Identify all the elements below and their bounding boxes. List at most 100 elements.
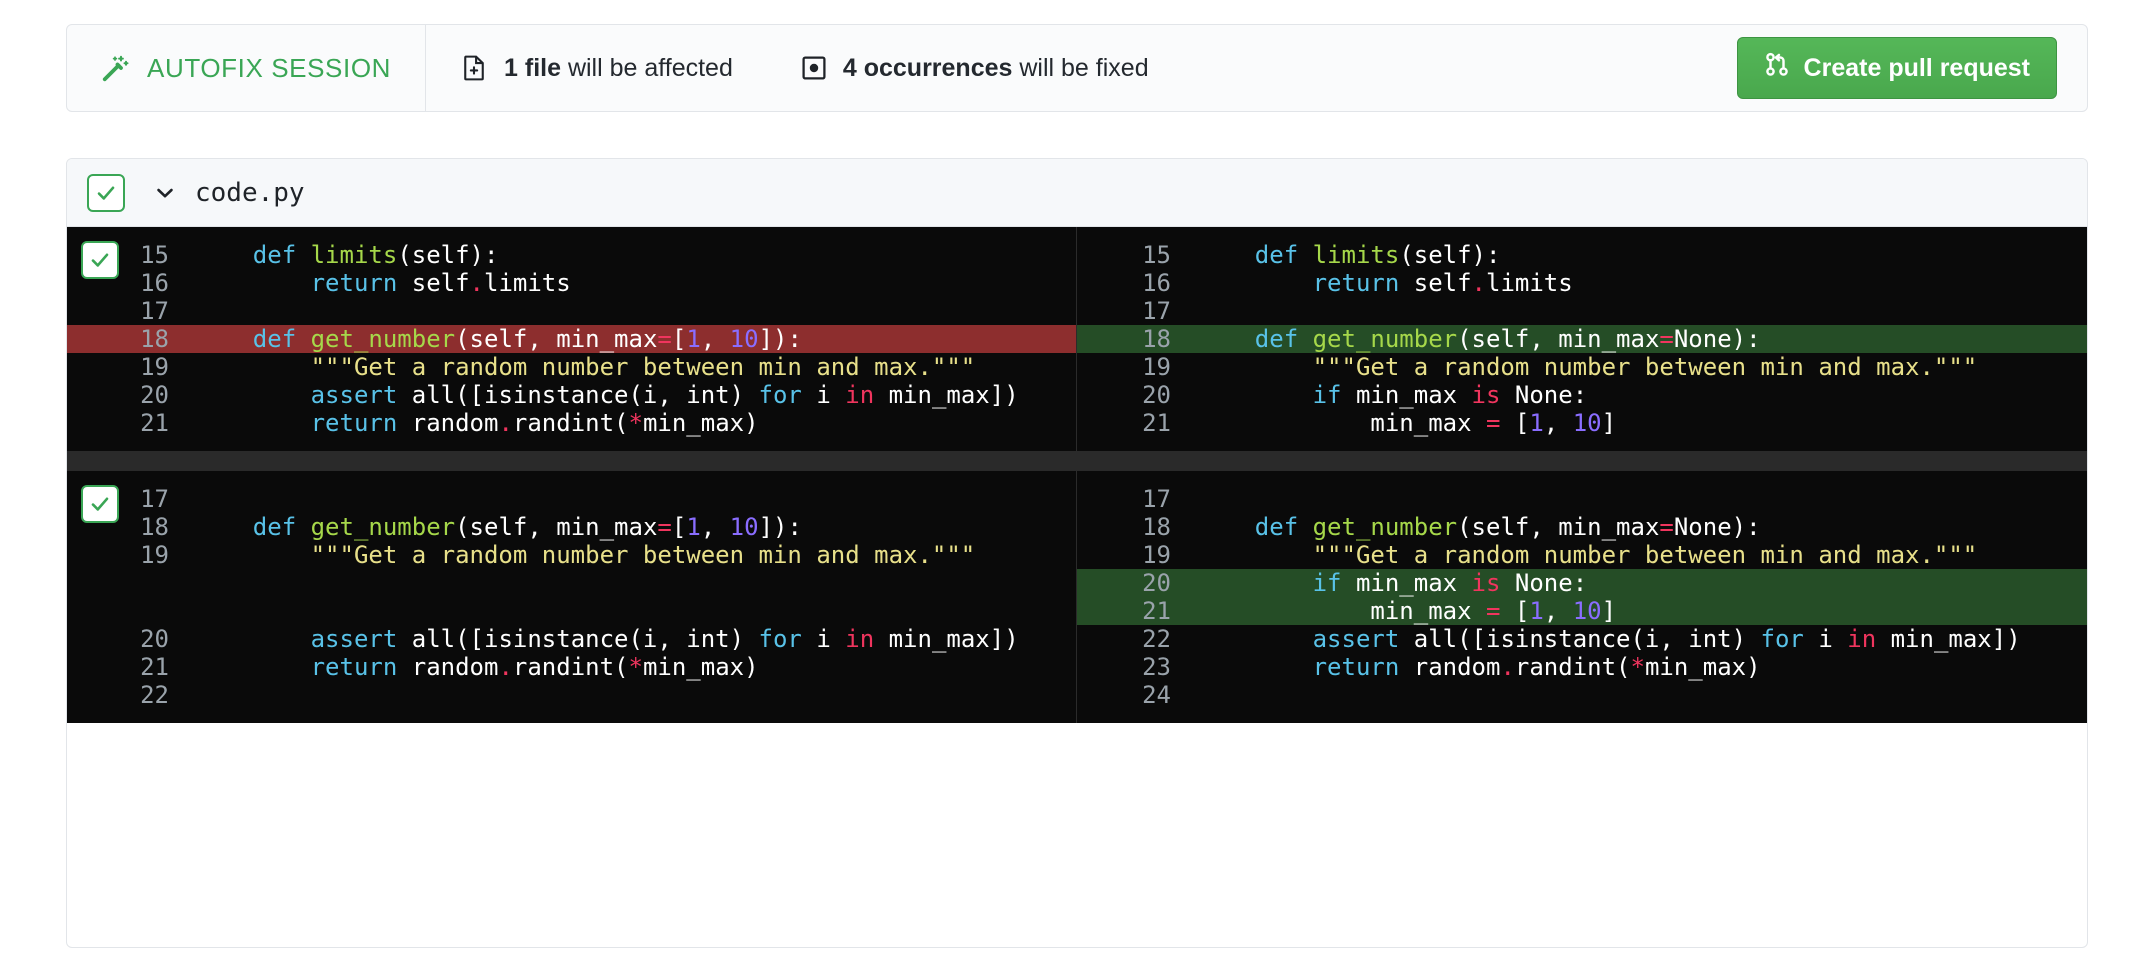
- line-code: def get_number(self, min_max=[1, 10]):: [252, 325, 802, 353]
- diff-pane-left: 17 18 def get_number(self, min_max=[1, 1…: [67, 471, 1077, 723]
- diff-line-context: 24: [1077, 681, 2087, 709]
- line-code: min_max = [1, 10]: [1370, 597, 1617, 625]
- line-number: 21: [140, 409, 169, 437]
- line-number: 24: [1142, 681, 1171, 709]
- line-code: """Get a random number between min and m…: [1312, 353, 1978, 381]
- line-code: def limits(self):: [252, 241, 499, 269]
- occurrences-suffix: will be fixed: [1012, 53, 1149, 82]
- line-number: 19: [140, 353, 169, 381]
- magic-wand-icon: [101, 53, 131, 83]
- line-number: 21: [1142, 409, 1171, 437]
- diff-line-context: 23 return random.randint(*min_max): [1077, 653, 2087, 681]
- diff-line-context: 17: [67, 485, 1076, 513]
- file-name: code.py: [195, 177, 305, 208]
- diff-pane-right: 15 def limits(self): 16 return self.limit…: [1077, 227, 2087, 451]
- diff-line-context: 21 min_max = [1, 10]: [1077, 409, 2087, 437]
- line-code: """Get a random number between min and m…: [1312, 541, 1978, 569]
- hunk-select-checkbox[interactable]: [81, 485, 119, 523]
- line-code: def get_number(self, min_max=[1, 10]):: [252, 513, 802, 541]
- line-number: 17: [1142, 297, 1171, 325]
- files-affected-text: 1 file will be affected: [504, 54, 733, 83]
- line-number: 15: [1142, 241, 1171, 269]
- files-affected-info: 1 file will be affected: [426, 25, 767, 111]
- line-code: """Get a random number between min and m…: [310, 353, 976, 381]
- line-code: return self.limits: [310, 269, 571, 297]
- occurrences-fixed-text: 4 occurrences will be fixed: [843, 54, 1149, 83]
- files-affected-suffix: will be affected: [561, 53, 733, 82]
- diff-line-context: 17: [1077, 297, 2087, 325]
- diff-line-added: 21 min_max = [1, 10]: [1077, 597, 2087, 625]
- diff-line-context: 18 def get_number(self, min_max=[1, 10])…: [67, 513, 1076, 541]
- line-number: 22: [140, 681, 169, 709]
- diff-body: 15 def limits(self): 16 return self.limit…: [67, 227, 2087, 723]
- git-pull-request-icon: [1764, 52, 1790, 85]
- line-number: 18: [1142, 513, 1171, 541]
- line-number: 17: [140, 297, 169, 325]
- diff-line-context: 19 """Get a random number between min an…: [1077, 353, 2087, 381]
- create-pull-request-button[interactable]: Create pull request: [1736, 37, 2057, 99]
- occurrences-count: 4 occurrences: [842, 53, 1013, 82]
- diff-line-context: 20 if min_max is None:: [1077, 381, 2087, 409]
- diff-hunk: 15 def limits(self): 16 return self.limit…: [67, 227, 2087, 451]
- line-number: 17: [1142, 485, 1171, 513]
- line-code: assert all([isinstance(i, int) for i in …: [310, 381, 1019, 409]
- diff-line-context: 20 assert all([isinstance(i, int) for i …: [67, 625, 1076, 653]
- diff-line-context: 19 """Get a random number between min an…: [67, 353, 1076, 381]
- diff-pane-left: 15 def limits(self): 16 return self.limit…: [67, 227, 1077, 451]
- line-number: 19: [1142, 353, 1171, 381]
- line-code: return self.limits: [1312, 269, 1573, 297]
- line-code: def limits(self):: [1254, 241, 1501, 269]
- line-number: 20: [1142, 569, 1171, 597]
- diff-line-context: 19 """Get a random number between min an…: [1077, 541, 2087, 569]
- line-number: 20: [140, 625, 169, 653]
- autofix-session-label: AUTOFIX SESSION: [67, 25, 427, 111]
- line-number: 19: [1142, 541, 1171, 569]
- line-code: assert all([isinstance(i, int) for i in …: [310, 625, 1019, 653]
- diff-line-context: 18 def get_number(self, min_max=None):: [1077, 513, 2087, 541]
- diff-line-context: 20 assert all([isinstance(i, int) for i …: [67, 381, 1076, 409]
- check-icon: [91, 253, 109, 267]
- line-code: """Get a random number between min and m…: [310, 541, 976, 569]
- file-diff-card: code.py 15 def limits(self): 16 return se…: [66, 158, 2088, 948]
- issue-dot-icon: [801, 55, 827, 81]
- diff-line-context: 22: [67, 681, 1076, 709]
- line-number: 23: [1142, 653, 1171, 681]
- diff-line-context: 16 return self.limits: [1077, 269, 2087, 297]
- diff-line-context: 19 """Get a random number between min an…: [67, 541, 1076, 569]
- line-number: 22: [1142, 625, 1171, 653]
- line-code: if min_max is None:: [1312, 569, 1588, 597]
- occurrences-fixed-info: 4 occurrences will be fixed: [767, 25, 1183, 111]
- line-code: if min_max is None:: [1312, 381, 1588, 409]
- line-number: 21: [1142, 597, 1171, 625]
- files-affected-count: 1 file: [504, 53, 561, 82]
- diff-line-context: 15 def limits(self):: [1077, 241, 2087, 269]
- line-number: 18: [1142, 325, 1171, 353]
- diff-line-added: 20 if min_max is None:: [1077, 569, 2087, 597]
- diff-pane-right: 17 18 def get_number(self, min_max=None)…: [1077, 471, 2087, 723]
- diff-line-context: 17: [67, 297, 1076, 325]
- autofix-session-text: AUTOFIX SESSION: [147, 52, 392, 83]
- line-number: 21: [140, 653, 169, 681]
- hunk-separator: [67, 451, 2087, 471]
- diff-line-context: 16 return self.limits: [67, 269, 1076, 297]
- line-number: 19: [140, 541, 169, 569]
- diff-line-context: 15 def limits(self):: [67, 241, 1076, 269]
- file-header: code.py: [67, 159, 2087, 227]
- check-icon: [91, 497, 109, 511]
- file-select-checkbox[interactable]: [87, 173, 125, 212]
- diff-line-context: 17: [1077, 485, 2087, 513]
- line-code: min_max = [1, 10]: [1370, 409, 1617, 437]
- chevron-down-icon[interactable]: [153, 181, 177, 205]
- diff-line-deleted: 18 def get_number(self, min_max=[1, 10])…: [67, 325, 1076, 353]
- diff-line-context: 22 assert all([isinstance(i, int) for i …: [1077, 625, 2087, 653]
- hunk-select-checkbox[interactable]: [81, 241, 119, 279]
- diff-line-filler: [67, 597, 1076, 625]
- line-code: return random.randint(*min_max): [310, 409, 759, 437]
- line-code: def get_number(self, min_max=None):: [1254, 513, 1761, 541]
